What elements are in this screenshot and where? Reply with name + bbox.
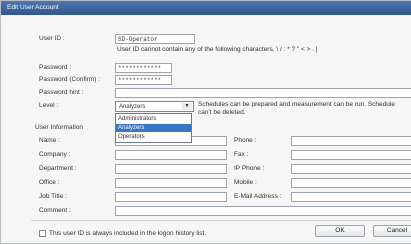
job-title-label: Job Title : — [39, 193, 67, 200]
dialog-title: Edit User Account — [1, 1, 411, 15]
ok-button[interactable]: OK — [315, 225, 365, 237]
mobile-label: Mobile : — [234, 179, 257, 186]
user-id-value: SD-Operator — [118, 36, 158, 43]
user-id-label: User ID : — [39, 35, 65, 42]
comment-label: Comment : — [39, 207, 71, 214]
password-confirm-label: Password (Confirm) : — [39, 76, 101, 83]
divider — [31, 220, 411, 221]
level-option-analyzers[interactable]: Analyzers — [116, 124, 191, 132]
company-label: Company : — [39, 151, 71, 158]
job-title-input[interactable] — [115, 192, 227, 202]
user-id-hint: User ID cannot contain any of the follow… — [117, 46, 318, 53]
email-label: E-Mail Address : — [234, 193, 282, 200]
level-option-operators[interactable]: Operators — [116, 133, 191, 141]
phone-input[interactable] — [291, 136, 411, 146]
department-input[interactable] — [115, 164, 227, 174]
email-input[interactable] — [291, 192, 411, 202]
level-select[interactable]: Analyzers ▼ — [115, 101, 194, 112]
level-selected-value: Analyzers — [119, 104, 146, 110]
cancel-button[interactable]: Cancel — [373, 225, 411, 237]
phone-label: Phone : — [234, 137, 257, 144]
password-label: Password : — [39, 64, 72, 71]
fax-input[interactable] — [291, 150, 411, 160]
level-label: Level : — [39, 102, 59, 109]
office-label: Office : — [39, 179, 60, 186]
fax-label: Fax : — [234, 151, 249, 158]
user-information-heading: User Information — [35, 124, 84, 131]
user-id-input[interactable]: SD-Operator — [115, 34, 195, 44]
ip-phone-label: IP Phone : — [234, 165, 265, 172]
ip-phone-input[interactable] — [291, 164, 411, 174]
level-option-administrators[interactable]: Administrators — [116, 115, 191, 123]
history-checkbox-label: This user ID is always included in the l… — [49, 230, 207, 237]
password-confirm-input[interactable]: ************ — [115, 75, 172, 85]
level-description-line-1: Schedules can be prepared and measuremen… — [198, 101, 395, 108]
password-input[interactable]: ************ — [115, 63, 172, 73]
level-description-line-2: can't be deleted. — [198, 109, 246, 116]
password-value: ************ — [118, 65, 162, 72]
password-confirm-value: ************ — [118, 77, 162, 84]
level-dropdown-list: Administrators Analyzers Operators — [115, 113, 192, 143]
office-input[interactable] — [115, 178, 227, 188]
department-label: Department : — [39, 165, 77, 172]
password-hint-input[interactable] — [115, 88, 411, 98]
history-checkbox[interactable] — [39, 230, 46, 237]
password-hint-label: Password hint : — [39, 89, 84, 96]
name-label: Name : — [39, 137, 60, 144]
company-input[interactable] — [115, 150, 227, 160]
comment-input[interactable] — [115, 206, 411, 216]
mobile-input[interactable] — [291, 178, 411, 188]
edit-user-account-dialog: Edit User Account User ID : SD-Operator … — [0, 0, 411, 244]
chevron-down-icon[interactable]: ▼ — [182, 103, 192, 110]
